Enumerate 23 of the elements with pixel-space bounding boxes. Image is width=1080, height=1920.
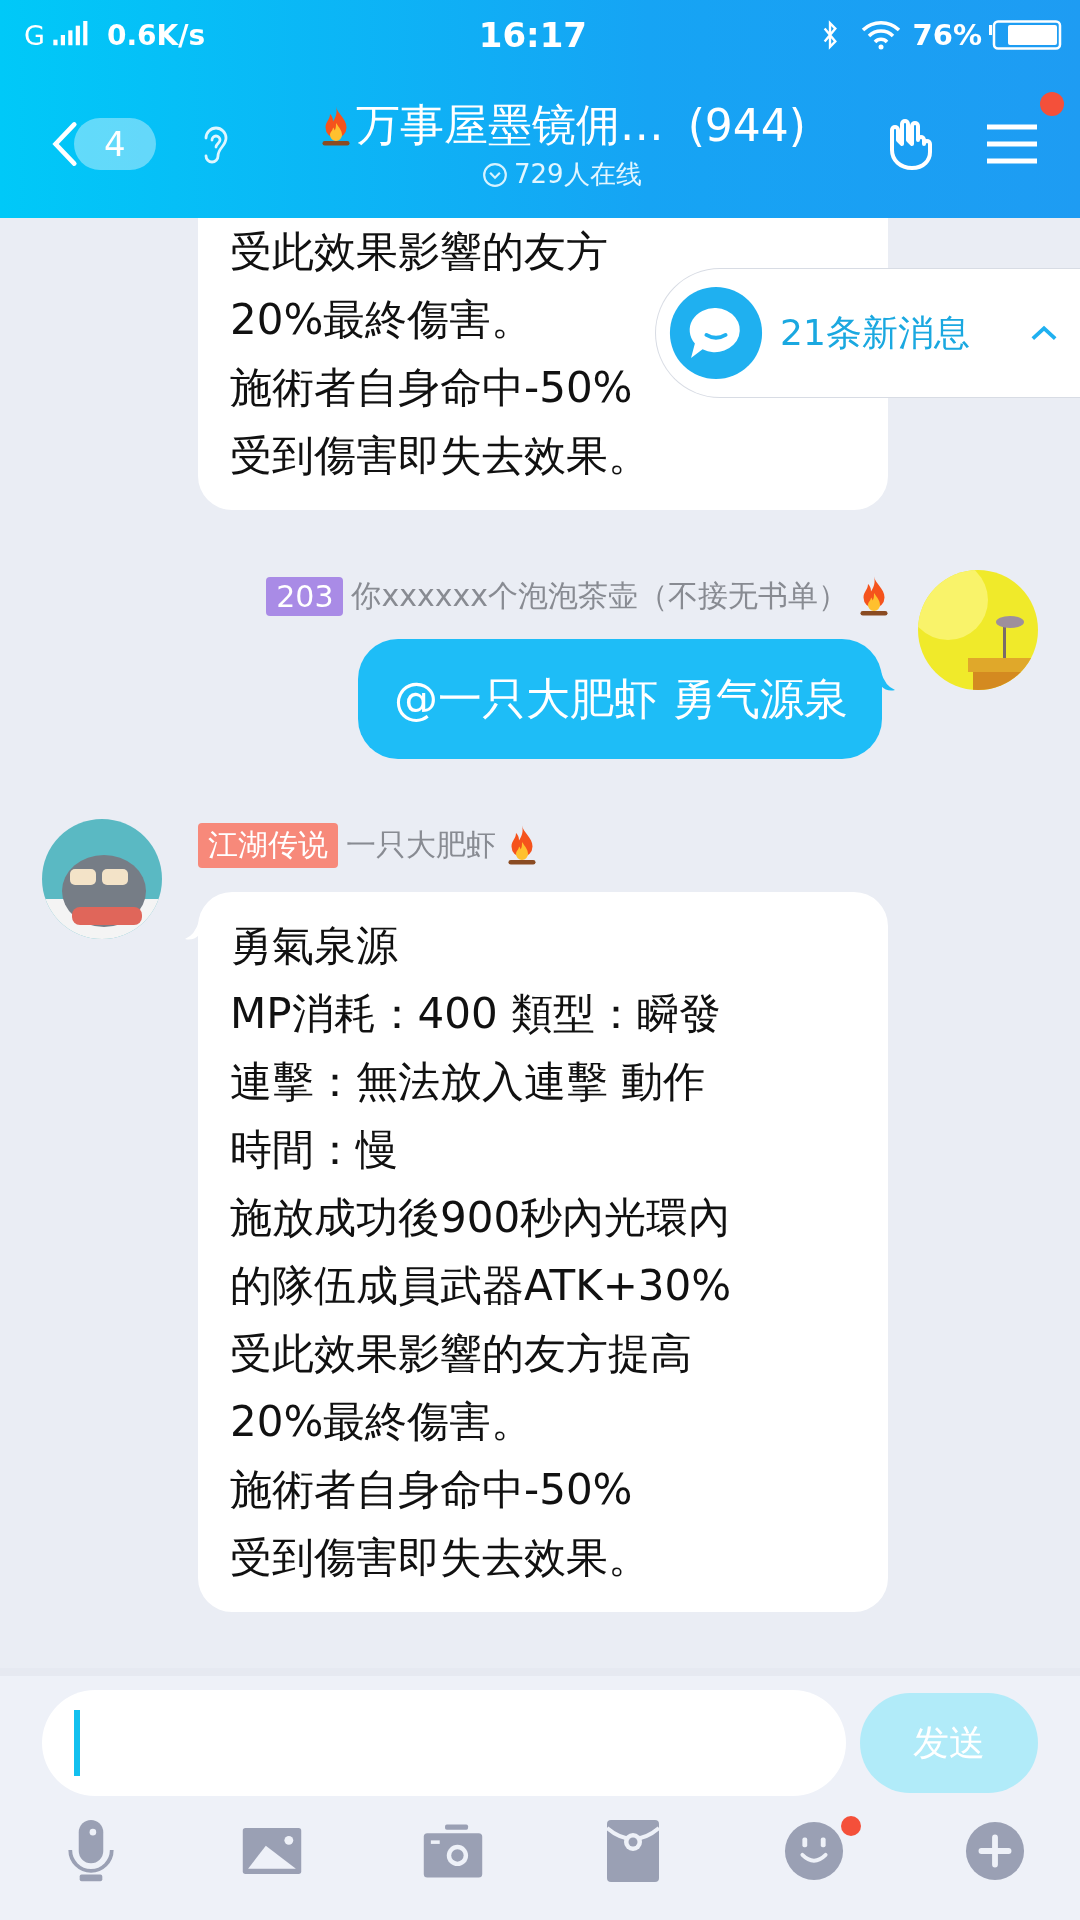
back-icon[interactable]	[50, 119, 78, 169]
member-badge: 203	[266, 576, 344, 616]
network-speed: 0.6K/s	[106, 18, 206, 52]
online-count: 729人在线	[514, 158, 642, 191]
member-count: (944)	[687, 100, 806, 151]
menu-icon[interactable]	[984, 122, 1040, 166]
message-bubble: @一只大肥虾 勇气源泉	[358, 639, 882, 759]
clock-time: 16:17	[477, 15, 587, 55]
battery-icon	[988, 20, 1062, 50]
chevron-down-circle-icon[interactable]	[482, 161, 508, 188]
sender-name: 你xxxxxx个泡泡茶壶（不接无书单）	[351, 576, 848, 615]
unread-count-badge[interactable]: 4	[74, 118, 156, 170]
caret-up-icon	[1030, 324, 1058, 342]
member-badge: 江湖传说	[198, 822, 338, 868]
wifi-icon	[860, 20, 901, 50]
battery-percent: 76%	[912, 18, 982, 52]
new-messages-popup[interactable]: 21条新消息	[655, 268, 1080, 398]
network-type: G	[24, 19, 45, 51]
group-title: 万事屋墨镜佣…	[355, 98, 664, 152]
bubble-tail	[881, 672, 895, 692]
message-bubble: 勇氣泉源 MP消耗：400 類型：瞬發 連擊：無法放入連擊 動作 時間：慢 施放成功後900秒內光環內 的隊伍成員武器ATK+30% 受此效果影響的友方提高 20%最終傷害。 施術者自身命中-50% 受到傷害即失去效果。	[198, 892, 888, 1612]
chat-bubble-icon	[668, 285, 764, 381]
sender-name: 一只大肥虾	[346, 825, 496, 864]
